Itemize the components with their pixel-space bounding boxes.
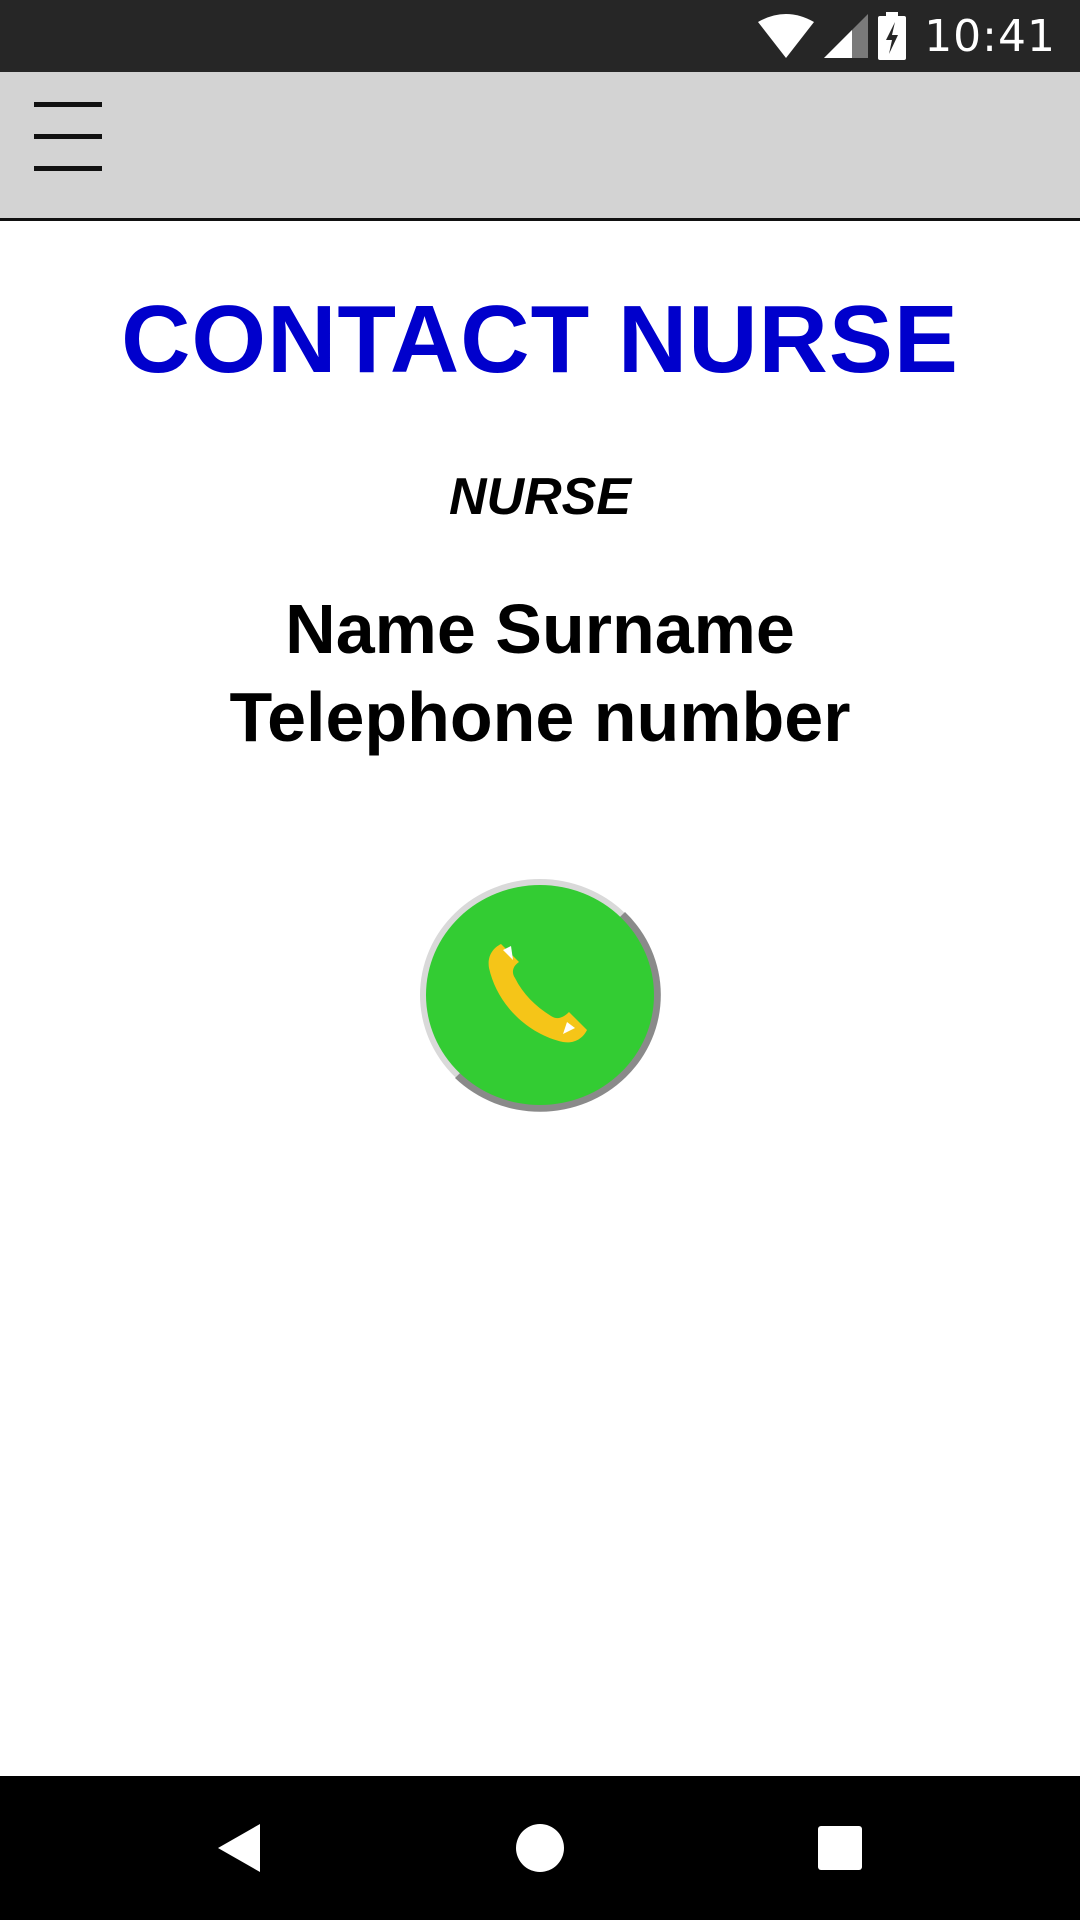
screen: 10:41 CONTACT NURSE NURSE Name Surname T…: [0, 0, 1080, 1920]
battery-charging-icon: [878, 12, 907, 60]
app-bar: [0, 72, 1080, 221]
home-button[interactable]: [504, 1812, 576, 1884]
recents-icon: [818, 1826, 862, 1870]
contact-phone: Telephone number: [229, 678, 851, 756]
status-bar: 10:41: [0, 0, 1080, 72]
call-button[interactable]: [417, 876, 663, 1114]
back-button[interactable]: [204, 1812, 276, 1884]
back-icon: [218, 1824, 260, 1872]
cell-signal-icon: [824, 14, 869, 58]
role-label: NURSE: [448, 468, 632, 526]
contact-name: Name Surname: [285, 590, 795, 668]
home-icon: [516, 1824, 564, 1872]
menu-button[interactable]: [34, 102, 102, 178]
status-time: 10:41: [924, 10, 1056, 62]
wifi-icon: [758, 14, 815, 58]
nav-bar: [0, 1776, 1080, 1920]
page-title: CONTACT NURSE: [121, 286, 959, 393]
status-icons: 10:41: [758, 0, 1056, 72]
call-button-graphic: [420, 879, 661, 1112]
recents-button[interactable]: [804, 1812, 876, 1884]
